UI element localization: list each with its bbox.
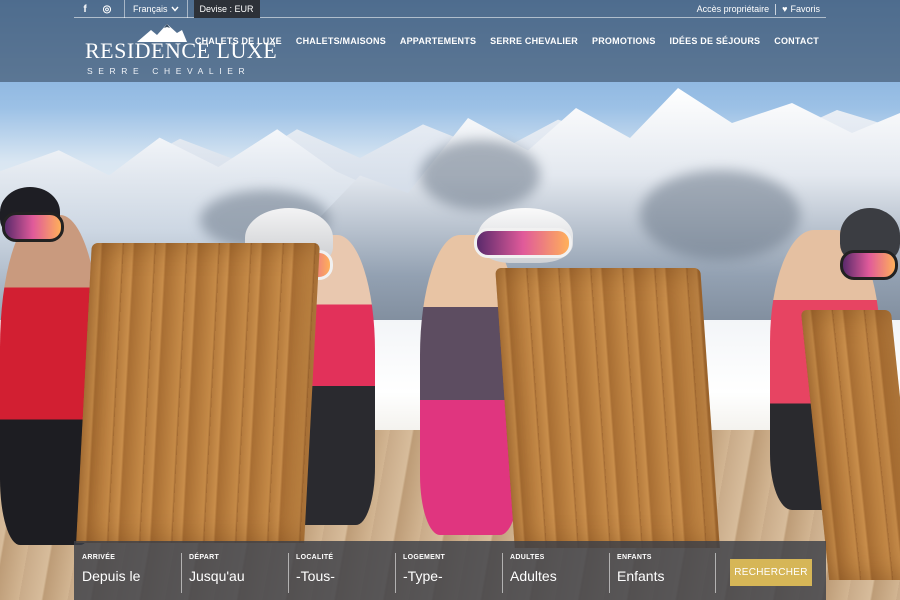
field-label: DÉPART (189, 554, 220, 561)
nav-item-promotions[interactable]: PROMOTIONS (592, 36, 656, 46)
field-label: ENFANTS (617, 554, 652, 561)
nav-item-contact[interactable]: CONTACT (774, 36, 819, 46)
ski-goggles (840, 250, 898, 280)
children-select[interactable]: ENFANTS Enfants (609, 541, 716, 600)
facebook-icon[interactable]: f (74, 0, 96, 18)
accommodation-type-select[interactable]: LOGEMENT -Type- (395, 541, 502, 600)
location-select[interactable]: LOCALITÉ -Tous- (288, 541, 395, 600)
owner-access-link[interactable]: Accès propriétaire (691, 4, 776, 14)
rock-shadow (420, 140, 540, 210)
field-label: ADULTES (510, 554, 545, 561)
top-bar-right: Accès propriétaire ♥ Favoris (691, 0, 826, 18)
nav-item-serre-chevalier[interactable]: SERRE CHEVALIER (490, 36, 578, 46)
nav-item-chalets-maisons[interactable]: CHALETS/MAISONS (296, 36, 386, 46)
field-label: LOGEMENT (403, 554, 446, 561)
nav-item-appartements[interactable]: APPARTEMENTS (400, 36, 476, 46)
logo-subtitle: SERRE CHEVALIER (87, 66, 251, 76)
top-bar-left: f ◎ Français Devise : EUR (74, 0, 260, 18)
nav-item-idees-de-sejours[interactable]: IDÉES DE SÉJOURS (670, 36, 761, 46)
departure-field[interactable]: DÉPART Jusqu'au (181, 541, 288, 600)
rock-shadow (640, 170, 800, 260)
field-label: LOCALITÉ (296, 554, 334, 561)
favorites-link[interactable]: ♥ Favoris (776, 4, 826, 14)
language-label: Français (133, 4, 168, 14)
instagram-icon[interactable]: ◎ (96, 0, 118, 18)
site-header: f ◎ Français Devise : EUR Accès propriét… (0, 0, 900, 82)
hero-background (0, 0, 900, 600)
field-value: Adultes (510, 568, 557, 584)
field-value: -Tous- (296, 568, 335, 584)
wooden-chair (495, 268, 720, 548)
field-value: Jusqu'au (189, 568, 245, 584)
ski-goggles (2, 212, 64, 242)
top-bar: f ◎ Français Devise : EUR Accès propriét… (74, 0, 826, 18)
favorites-label: Favoris (790, 4, 820, 14)
language-selector[interactable]: Français (124, 0, 188, 18)
field-value: Depuis le (82, 568, 141, 584)
search-button[interactable]: RECHERCHER (730, 559, 812, 586)
field-label: ARRIVÉE (82, 554, 116, 561)
field-value: -Type- (403, 568, 443, 584)
site-logo[interactable]: RESIDENCE LUXE SERRE CHEVALIER (85, 24, 277, 78)
currency-label: Devise : EUR (199, 4, 254, 14)
wooden-chair (76, 243, 320, 543)
field-value: Enfants (617, 568, 665, 584)
currency-selector[interactable]: Devise : EUR (193, 0, 260, 18)
heart-icon: ♥ (782, 4, 788, 14)
main-nav: CHALETS DE LUXE CHALETS/MAISONS APPARTEM… (195, 36, 819, 46)
adults-select[interactable]: ADULTES Adultes (502, 541, 609, 600)
chevron-down-icon (170, 6, 179, 12)
search-bar: ARRIVÉE Depuis le DÉPART Jusqu'au LOCALI… (74, 541, 826, 600)
nav-item-chalets-de-luxe[interactable]: CHALETS DE LUXE (195, 36, 282, 46)
ski-goggles (474, 228, 572, 258)
arrival-field[interactable]: ARRIVÉE Depuis le (74, 541, 181, 600)
